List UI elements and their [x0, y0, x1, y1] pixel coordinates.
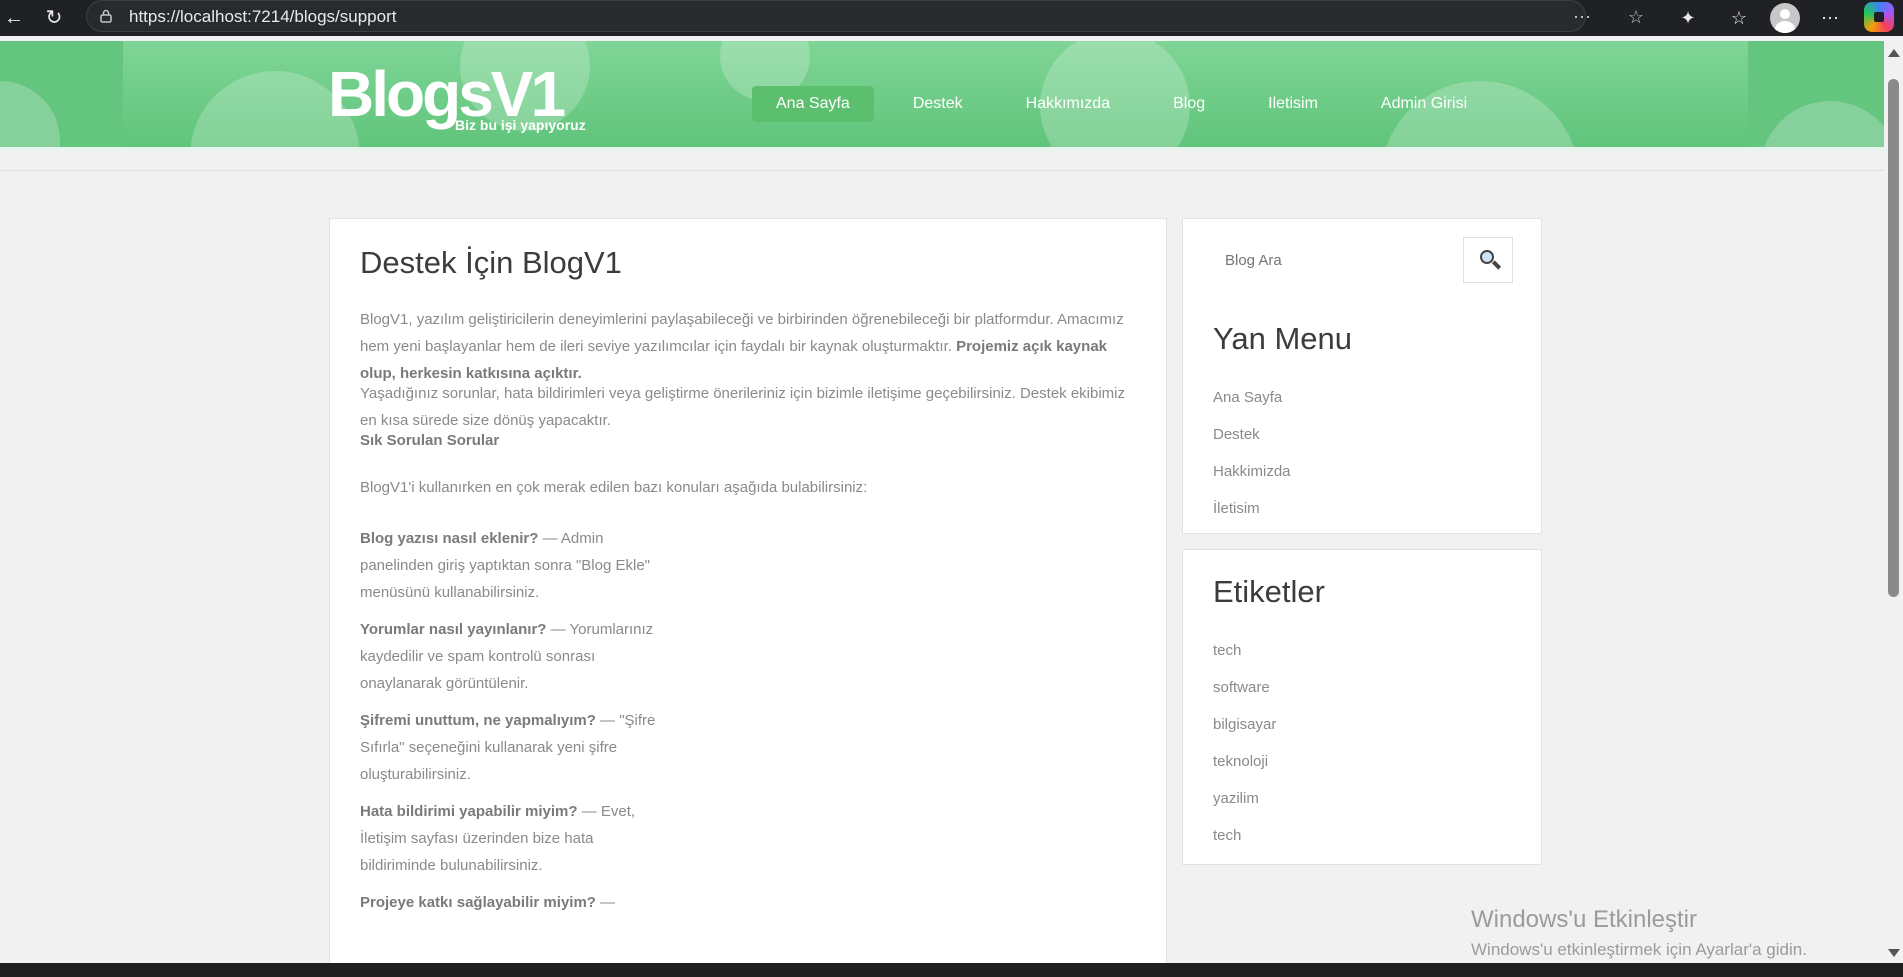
search-button[interactable] — [1463, 237, 1513, 283]
nav-blog[interactable]: Blog — [1149, 86, 1229, 122]
tag-link[interactable]: software — [1213, 678, 1276, 715]
sidebar-menu-card: Yan Menu Ana Sayfa Destek Hakkimizda İle… — [1182, 218, 1542, 534]
refresh-icon[interactable]: ↻ — [40, 4, 68, 32]
watermark-title: Windows'u Etkinleştir — [1471, 906, 1697, 933]
faq-item: Yorumlar nasıl yayınlanır? — Yorumlarını… — [360, 621, 654, 692]
scroll-up-icon[interactable] — [1888, 49, 1900, 57]
lock-icon — [100, 9, 112, 23]
sidebar-item-contact[interactable]: İletisim — [1213, 499, 1291, 536]
faq-heading: Sık Sorulan Sorular — [360, 432, 500, 449]
faq-item: Projeye katkı sağlayabilir miyim? — — [360, 894, 616, 911]
article-intro: BlogV1, yazılım geliştiricilerin deneyim… — [360, 311, 1124, 382]
site-header: BlogsV1 Biz bu işi yapıyoruz Ana Sayfa D… — [0, 41, 1884, 151]
extensions-icon[interactable]: ✦ — [1674, 4, 1702, 32]
decor-bubble — [0, 81, 60, 147]
sidebar-item-home[interactable]: Ana Sayfa — [1213, 388, 1291, 425]
url-text[interactable]: https://localhost:7214/blogs/support — [129, 7, 396, 27]
nav-home[interactable]: Ana Sayfa — [752, 86, 874, 122]
faq-item: Hata bildirimi yapabilir miyim? — Evet, … — [360, 803, 636, 874]
tag-link[interactable]: yazilim — [1213, 789, 1276, 826]
windows-activation-watermark: Windows'u Etkinleştir Windows'u etkinleş… — [1471, 905, 1807, 961]
scroll-down-icon[interactable] — [1888, 949, 1900, 957]
nav-admin-login[interactable]: Admin Girisi — [1357, 86, 1491, 122]
tag-link[interactable]: teknoloji — [1213, 752, 1276, 789]
article-card: Destek İçin BlogV1 BlogV1, yazılım geliş… — [329, 218, 1167, 963]
back-icon[interactable]: ← — [0, 4, 28, 32]
tag-link[interactable]: tech — [1213, 826, 1276, 863]
read-aloud-icon[interactable]: ⋯ — [1571, 6, 1593, 28]
decor-bubble — [1760, 101, 1884, 147]
search-input[interactable] — [1213, 237, 1463, 283]
more-options-icon[interactable]: ⋯ — [1816, 4, 1844, 32]
favorites-icon[interactable]: ☆ — [1725, 4, 1753, 32]
main-nav: Ana Sayfa Destek Hakkımızda Blog Iletisi… — [752, 86, 1506, 122]
tags-title: Etiketler — [1213, 574, 1325, 609]
tag-link[interactable]: bilgisayar — [1213, 715, 1276, 752]
logo-tagline: Biz bu işi yapıyoruz — [455, 117, 586, 133]
header-divider — [0, 170, 1884, 171]
watermark-subtitle: Windows'u etkinleştirmek için Ayarlar'a … — [1471, 940, 1807, 959]
nav-contact[interactable]: Iletisim — [1244, 86, 1342, 122]
sidebar-menu-title: Yan Menu — [1213, 321, 1353, 356]
sidebar-item-about[interactable]: Hakkimizda — [1213, 462, 1291, 499]
page-scrollbar[interactable] — [1884, 41, 1903, 963]
sidebar-tags-card: Etiketler tech software bilgisayar tekno… — [1182, 549, 1542, 865]
os-taskbar — [0, 963, 1903, 977]
nav-about[interactable]: Hakkımızda — [1002, 86, 1134, 122]
scrollbar-thumb[interactable] — [1888, 79, 1899, 597]
profile-avatar[interactable] — [1770, 3, 1800, 33]
tags-list: tech software bilgisayar teknoloji yazil… — [1213, 641, 1276, 863]
faq-item: Blog yazısı nasıl eklenir? — Admin panel… — [360, 530, 650, 601]
sidebar-menu-list: Ana Sayfa Destek Hakkimizda İletisim — [1213, 388, 1291, 536]
favorite-star-icon[interactable]: ☆ — [1625, 6, 1647, 28]
tag-link[interactable]: tech — [1213, 641, 1276, 678]
search-box — [1213, 237, 1513, 283]
nav-support[interactable]: Destek — [889, 86, 987, 122]
faq-intro: BlogV1'i kullanırken en çok merak edilen… — [360, 479, 868, 496]
article-contact: Yaşadığınız sorunlar, hata bildirimleri … — [360, 385, 1126, 429]
sidebar-item-support[interactable]: Destek — [1213, 425, 1291, 462]
address-bar[interactable]: https://localhost:7214/blogs/support ⋯ ☆ — [86, 0, 1644, 32]
copilot-icon[interactable] — [1864, 2, 1894, 32]
faq-item: Şifremi unuttum, ne yapmalıyım? — "Şifre… — [360, 712, 656, 783]
page-viewport: BlogsV1 Biz bu işi yapıyoruz Ana Sayfa D… — [0, 41, 1884, 963]
site-logo[interactable]: BlogsV1 Biz bu işi yapıyoruz — [328, 61, 598, 141]
page-title: Destek İçin BlogV1 — [360, 245, 622, 280]
browser-toolbar: ← ↻ https://localhost:7214/blogs/support… — [0, 0, 1903, 36]
